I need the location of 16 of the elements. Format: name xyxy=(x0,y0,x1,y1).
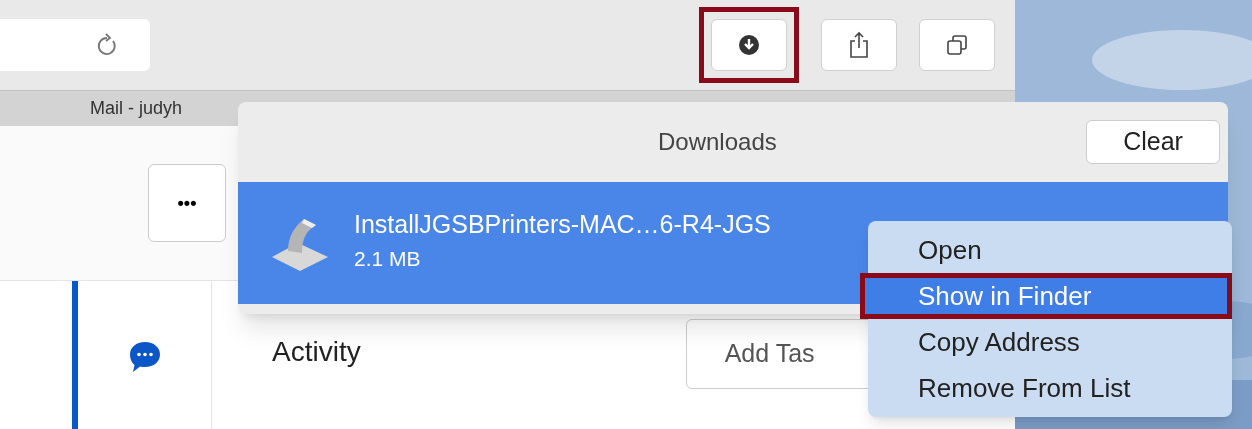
tab-title[interactable]: Mail - judyh xyxy=(90,95,183,122)
clear-button[interactable]: Clear xyxy=(1086,120,1220,164)
file-name: InstallJGSBPrinters-MAC…6-R4-JGS xyxy=(354,208,771,240)
download-button[interactable] xyxy=(711,19,787,71)
share-icon xyxy=(848,31,870,59)
file-size: 2.1 MB xyxy=(354,246,422,272)
more-button[interactable]: ••• xyxy=(148,164,226,242)
address-field[interactable] xyxy=(0,19,150,71)
tabs-icon xyxy=(946,34,968,56)
download-icon xyxy=(738,34,760,56)
tabs-button[interactable] xyxy=(919,19,995,71)
menu-item[interactable]: Show in Finder xyxy=(860,273,1232,319)
share-button[interactable] xyxy=(821,19,897,71)
popover-title: Downloads xyxy=(658,127,777,157)
activity-heading: Activity xyxy=(272,335,361,369)
reload-icon xyxy=(96,33,118,57)
